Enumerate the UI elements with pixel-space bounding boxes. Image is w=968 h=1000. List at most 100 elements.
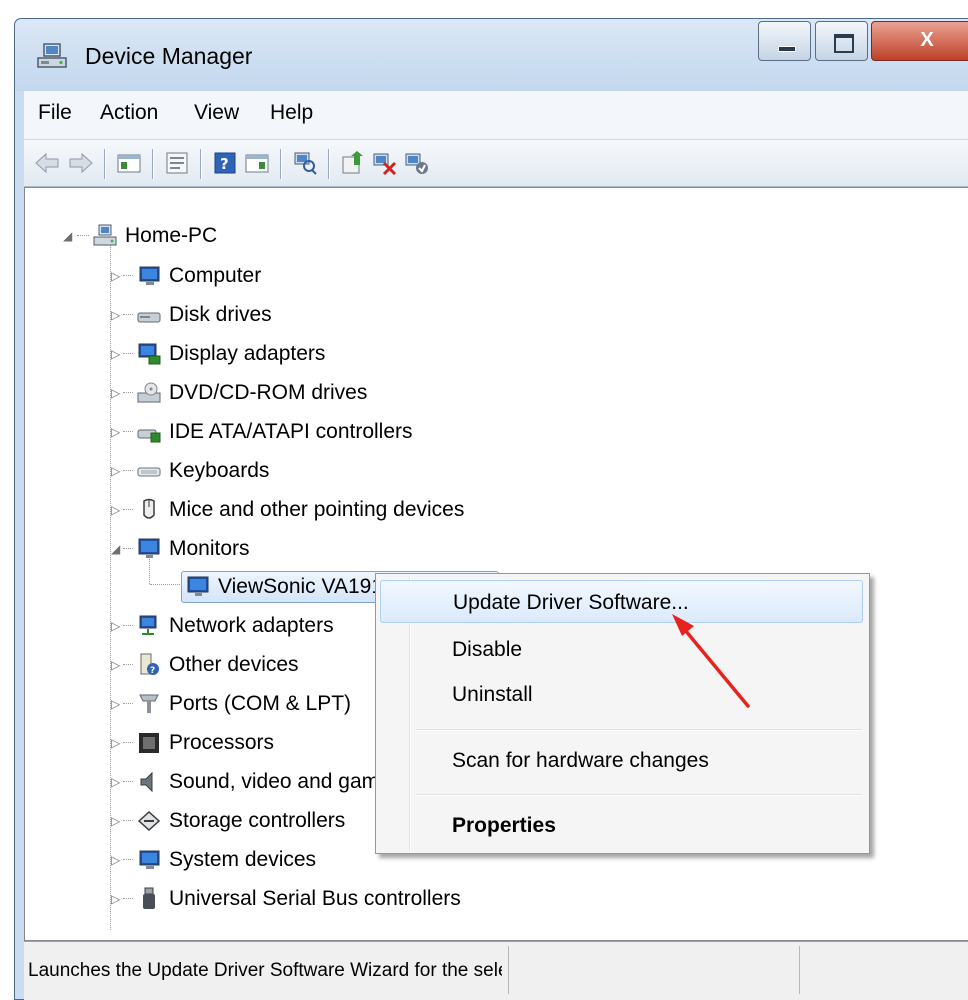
expand-arrow-icon[interactable]: ▷ [111, 697, 120, 711]
status-text: Launches the Update Driver Software Wiza… [28, 960, 502, 981]
unknown-device-icon: ? [140, 653, 159, 676]
tree-category-computer[interactable]: ▷ Computer [111, 258, 261, 294]
disk-drive-icon [137, 312, 161, 323]
tree-category-monitors[interactable]: ◢ Monitors [111, 531, 250, 567]
menu-item-label: Uninstall [452, 683, 533, 706]
processor-icon [139, 733, 159, 753]
tree-category-system-devices[interactable]: ▷ System devices [111, 842, 316, 878]
expand-arrow-icon[interactable]: ▷ [111, 308, 120, 322]
category-label: Processors [169, 731, 275, 754]
menu-item-label: Disable [452, 638, 523, 661]
context-disable[interactable]: Disable [380, 628, 863, 671]
scan-hardware-icon[interactable] [290, 148, 320, 178]
forward-arrow-icon[interactable] [66, 148, 96, 178]
menu-bar: File Action View Help [24, 91, 968, 140]
menu-help[interactable]: Help [270, 101, 313, 125]
enable-device-icon[interactable] [402, 148, 432, 178]
maximize-button[interactable] [815, 21, 868, 61]
keyboard-icon [137, 467, 161, 477]
menu-action[interactable]: Action [100, 101, 158, 125]
back-arrow-icon[interactable] [32, 148, 62, 178]
tree-category-ide-ata-atapi-controllers[interactable]: ▷ IDE ATA/ATAPI controllers [111, 414, 413, 450]
expand-arrow-icon[interactable]: ▷ [111, 503, 120, 517]
toolbar-separator [280, 149, 281, 179]
tree-category-storage-controllers[interactable]: ▷ Storage controllers [111, 803, 345, 839]
status-bar: Launches the Update Driver Software Wiza… [24, 941, 968, 1000]
close-icon: X [920, 29, 934, 51]
tree-category-display-adapters[interactable]: ▷ Display adapters [111, 336, 325, 372]
category-label: Ports (COM & LPT) [169, 692, 352, 715]
context-menu-separator [416, 729, 862, 730]
category-label: Other devices [169, 653, 299, 676]
storage-controller-icon [137, 810, 161, 832]
help-icon[interactable]: ? [210, 148, 240, 178]
collapse-arrow-icon[interactable]: ◢ [63, 229, 72, 243]
tree-category-other-devices[interactable]: ▷ ? Other devices [111, 647, 299, 683]
tree-category-mice[interactable]: ▷ Mice and other pointing devices [111, 492, 464, 528]
system-device-icon [139, 850, 160, 869]
context-scan-hardware-changes[interactable]: Scan for hardware changes [380, 739, 863, 782]
uninstall-icon[interactable] [370, 148, 400, 178]
toolbar-separator [328, 149, 329, 179]
category-label: Storage controllers [169, 809, 346, 832]
update-driver-icon[interactable] [338, 148, 368, 178]
context-menu: Update Driver Software... Disable Uninst… [375, 573, 870, 854]
category-label: Universal Serial Bus controllers [169, 887, 461, 910]
menu-item-label: Properties [452, 814, 556, 837]
context-update-driver-software[interactable]: Update Driver Software... [380, 580, 863, 623]
category-label: IDE ATA/ATAPI controllers [169, 420, 413, 443]
expand-arrow-icon[interactable]: ▷ [111, 386, 120, 400]
menu-file[interactable]: File [38, 101, 72, 125]
speaker-icon [140, 771, 153, 793]
expand-arrow-icon[interactable]: ▷ [111, 619, 120, 633]
dvd-drive-icon [137, 382, 161, 403]
show-action-pane-icon[interactable] [242, 148, 272, 178]
toolbar-separator [200, 149, 201, 179]
device-manager-icon [37, 43, 67, 68]
toolbar-separator [104, 149, 105, 179]
expand-arrow-icon[interactable]: ▷ [111, 425, 120, 439]
context-menu-separator [416, 794, 862, 795]
computer-icon [139, 266, 160, 285]
expand-arrow-icon[interactable]: ▷ [111, 814, 120, 828]
tree-category-usb-controllers[interactable]: ▷ Universal Serial Bus controllers [111, 881, 461, 917]
context-properties[interactable]: Properties [380, 804, 863, 847]
expand-arrow-icon[interactable]: ▷ [111, 269, 120, 283]
category-label: Display adapters [169, 342, 326, 365]
tree-root-home-pc[interactable]: ◢ Home-PC [63, 218, 217, 254]
computer-root-icon [93, 224, 117, 246]
maximize-icon [834, 34, 854, 53]
tree-category-dvd-cd-rom-drives[interactable]: ▷ DVD/CD-ROM drives [111, 375, 367, 411]
tree-category-ports[interactable]: ▷ Ports (COM & LPT) [111, 686, 351, 722]
tree-category-keyboards[interactable]: ▷ Keyboards [111, 453, 269, 489]
expand-arrow-icon[interactable]: ▷ [111, 736, 120, 750]
expand-arrow-icon[interactable]: ▷ [111, 775, 120, 789]
collapse-arrow-icon[interactable]: ◢ [111, 542, 120, 556]
port-icon [139, 694, 159, 713]
svg-text:?: ? [150, 666, 155, 676]
minimize-button[interactable] [758, 21, 811, 61]
tree-category-processors[interactable]: ▷ Processors [111, 725, 274, 761]
expand-arrow-icon[interactable]: ▷ [111, 853, 120, 867]
expand-arrow-icon[interactable]: ▷ [111, 658, 120, 672]
expand-arrow-icon[interactable]: ▷ [111, 347, 120, 361]
category-label: Computer [169, 264, 262, 287]
minimize-icon [778, 46, 796, 52]
show-hide-console-tree-icon[interactable] [114, 148, 144, 178]
title-bar[interactable]: Device Manager X [15, 19, 968, 91]
toolbar: ? [24, 140, 968, 187]
context-uninstall[interactable]: Uninstall [380, 673, 863, 716]
menu-view[interactable]: View [194, 101, 239, 125]
window-title: Device Manager [85, 43, 253, 69]
properties-icon[interactable] [162, 148, 192, 178]
category-label: Mice and other pointing devices [169, 498, 465, 521]
close-button[interactable]: X [871, 21, 968, 61]
expand-arrow-icon[interactable]: ▷ [111, 464, 120, 478]
category-label: Network adapters [169, 614, 334, 637]
tree-connector [150, 584, 180, 585]
tree-category-network-adapters[interactable]: ▷ Network adapters [111, 608, 334, 644]
expand-arrow-icon[interactable]: ▷ [111, 892, 120, 906]
tree-category-disk-drives[interactable]: ▷ Disk drives [111, 297, 272, 333]
ide-controller-icon [137, 429, 161, 443]
status-divider [508, 946, 509, 994]
